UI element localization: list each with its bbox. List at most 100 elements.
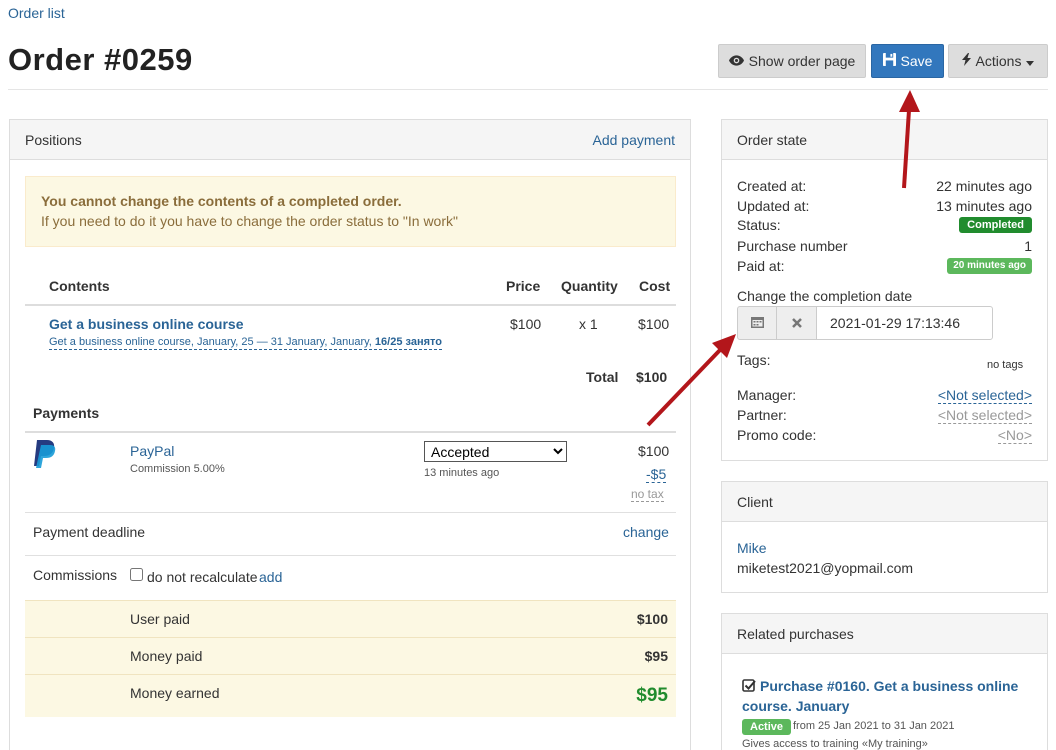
promo-select-link[interactable]: <No>	[997, 427, 1032, 444]
breadcrumb-order-list[interactable]: Order list	[8, 5, 65, 21]
promo-label: Promo code:	[737, 427, 817, 443]
updated-row: Updated at: 13 minutes ago	[737, 198, 1032, 214]
summary-label: User paid	[130, 611, 190, 627]
checkbox-checked-icon	[742, 679, 756, 696]
purchase-number-label: Purchase number	[737, 238, 848, 254]
partner-label: Partner:	[737, 407, 787, 423]
calendar-button[interactable]	[737, 306, 777, 340]
updated-label: Updated at:	[737, 198, 810, 214]
item-quantity: x 1	[579, 316, 598, 332]
payment-fee-link[interactable]: -$5	[646, 466, 667, 483]
no-recalc-label: do not recalculate	[147, 569, 258, 585]
deadline-change-link[interactable]: change	[623, 524, 669, 540]
purchase-number-value: 1	[1024, 238, 1032, 254]
related-title: Related purchases	[737, 625, 854, 642]
client-email: miketest2021@yopmail.com	[737, 560, 914, 576]
completion-date-label: Change the completion date	[737, 288, 913, 304]
payment-amount: $100	[638, 443, 670, 459]
alert-text: If you need to do it you have to change …	[41, 213, 458, 229]
manager-select-link[interactable]: <Not selected>	[937, 387, 1032, 404]
paid-at-row: Paid at: 20 minutes ago	[737, 258, 1032, 274]
summary-row-user-paid: User paid $100	[25, 600, 676, 637]
commissions-divider	[25, 555, 676, 556]
col-contents: Contents	[49, 278, 110, 294]
col-quantity: Quantity	[561, 278, 618, 294]
paid-at-badge: 20 minutes ago	[947, 258, 1032, 274]
paypal-icon	[33, 440, 57, 471]
floppy-disk-icon	[882, 53, 896, 69]
related-access: Gives access to training «My training»	[742, 738, 928, 750]
related-purchases-panel: Related purchases Purchase #0160. Get a …	[721, 613, 1048, 750]
promo-row: Promo code: <No>	[737, 427, 1032, 444]
payment-method-link[interactable]: PayPal	[130, 443, 174, 459]
add-commission-link[interactable]: add	[259, 569, 282, 585]
payment-time: 13 minutes ago	[424, 467, 500, 479]
total-label: Total	[586, 369, 619, 385]
status-badge: Completed	[959, 217, 1032, 233]
eye-icon	[728, 53, 744, 69]
payment-tax-link[interactable]: no tax	[631, 487, 664, 502]
positions-panel: Positions Add payment You cannot change …	[9, 119, 691, 750]
payments-divider	[25, 431, 676, 433]
related-period: from 25 Jan 2021 to 31 Jan 2021	[793, 720, 955, 732]
summary-row-money-paid: Money paid $95	[25, 637, 676, 674]
show-order-page-button[interactable]: Show order page	[718, 44, 866, 78]
related-purchase-link[interactable]: Purchase #0160. Get a business online	[760, 678, 1018, 694]
item-seats: 16/25 занято	[374, 336, 442, 348]
related-active-badge: Active	[742, 719, 792, 735]
show-order-page-label: Show order page	[748, 53, 856, 69]
created-row: Created at: 22 minutes ago	[737, 178, 1032, 194]
save-button[interactable]: Save	[871, 44, 944, 78]
client-panel: Client Mike miketest2021@yopmail.com	[721, 481, 1048, 593]
completion-date-input[interactable]	[816, 306, 993, 340]
order-state-title: Order state	[737, 131, 808, 148]
clear-date-button[interactable]	[776, 306, 817, 340]
page-title: Order #0259	[8, 42, 193, 77]
add-payment-link[interactable]: Add payment	[593, 132, 676, 148]
manager-label: Manager:	[737, 387, 797, 403]
status-label: Status:	[737, 217, 781, 233]
manager-row: Manager: <Not selected>	[737, 387, 1032, 404]
completed-order-alert: You cannot change the contents of a comp…	[25, 176, 676, 247]
related-header: Related purchases	[722, 614, 1047, 654]
summary-label: Money paid	[130, 648, 203, 664]
related-purchase-link-cont[interactable]: course. January	[742, 698, 849, 714]
order-state-panel: Order state Created at: 22 minutes ago U…	[721, 119, 1048, 461]
commissions-label: Commissions	[33, 567, 118, 583]
alert-title: You cannot change the contents of a comp…	[41, 193, 402, 209]
tags-value[interactable]: no tags	[987, 359, 1023, 371]
save-label: Save	[900, 53, 933, 69]
client-title: Client	[737, 493, 773, 510]
bolt-icon	[961, 53, 971, 69]
positions-panel-header: Positions Add payment	[10, 120, 690, 160]
payment-commission: Commission 5.00%	[130, 463, 225, 475]
created-value: 22 minutes ago	[936, 178, 1032, 194]
client-name-link[interactable]: Mike	[737, 540, 767, 556]
status-row: Status: Completed	[737, 217, 1032, 233]
total-value: $100	[636, 369, 668, 385]
payment-status-select[interactable]: Accepted	[424, 441, 567, 462]
summary-row-money-earned: Money earned $95	[25, 674, 676, 717]
summary-value-earned: $95	[636, 685, 668, 706]
partner-select-link[interactable]: <Not selected>	[937, 407, 1032, 424]
paid-at-label: Paid at:	[737, 258, 785, 274]
purchase-number-row: Purchase number 1	[737, 238, 1032, 254]
header-divider	[8, 89, 1048, 90]
summary-value: $100	[636, 611, 668, 627]
order-state-header: Order state	[722, 120, 1047, 160]
item-subtitle[interactable]: Get a business online course, January, 2…	[49, 336, 442, 350]
deadline-label: Payment deadline	[33, 524, 146, 540]
actions-button[interactable]: Actions	[948, 44, 1048, 78]
positions-title: Positions	[25, 131, 82, 148]
payments-title: Payments	[33, 405, 100, 421]
actions-label: Actions	[975, 53, 1022, 69]
table-head-divider	[25, 304, 676, 306]
col-cost: Cost	[639, 278, 671, 294]
item-name-link[interactable]: Get a business online course	[49, 316, 244, 332]
summary-value: $95	[644, 648, 668, 664]
partner-row: Partner: <Not selected>	[737, 407, 1032, 424]
no-recalc-checkbox[interactable]	[130, 568, 143, 581]
caret-down-icon	[1026, 53, 1035, 69]
summary-label: Money earned	[130, 685, 220, 701]
item-subtitle-text: Get a business online course, January, 2…	[49, 336, 372, 348]
